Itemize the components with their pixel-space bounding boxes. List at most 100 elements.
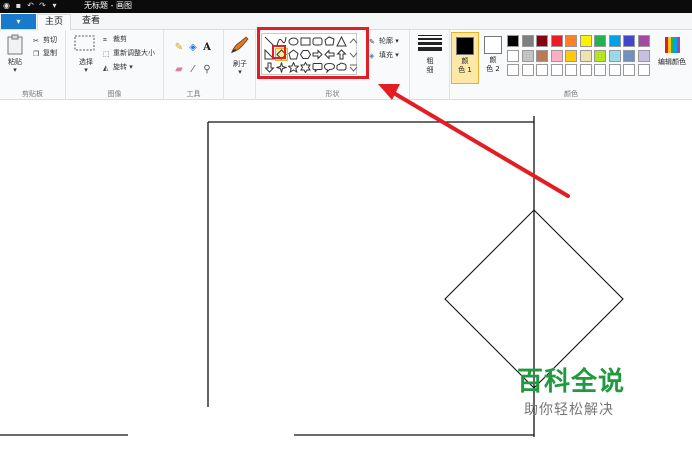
rotate-label: 旋转 bbox=[113, 63, 127, 71]
shapes-group-label: 形状 bbox=[325, 90, 340, 98]
palette-color-swatch[interactable] bbox=[536, 49, 548, 62]
cut-label: 剪切 bbox=[43, 36, 57, 44]
chevron-down-icon: ▾ bbox=[84, 66, 88, 74]
tab-home[interactable]: 主页 bbox=[37, 14, 71, 30]
tools-group: ✎ ◈ A ▰ ⁄ ⚲ 工具 bbox=[164, 30, 224, 100]
select-rectangle-icon bbox=[74, 35, 95, 51]
clipboard-group: 粘贴 ▾ ✂ 剪切 ❐ 复制 剪贴板 bbox=[0, 30, 66, 100]
palette-color-swatch[interactable] bbox=[579, 35, 592, 47]
palette-color-swatch[interactable] bbox=[565, 64, 577, 76]
ribbon: 粘贴 ▾ ✂ 剪切 ❐ 复制 剪贴板 选择 ▾ ⌗ 裁剪 ⬚ 重新调整大小 ◭ … bbox=[0, 27, 692, 100]
undo-icon[interactable]: ↶ bbox=[26, 1, 35, 10]
palette-color-swatch[interactable] bbox=[594, 49, 606, 62]
tab-view[interactable]: 查看 bbox=[76, 14, 106, 30]
clipboard-icon bbox=[7, 34, 23, 55]
clipboard-group-label: 剪贴板 bbox=[22, 90, 43, 98]
chevron-down-icon: ▾ bbox=[127, 63, 133, 71]
crop-button[interactable]: ⌗ 裁剪 bbox=[103, 34, 127, 44]
palette-color-swatch[interactable] bbox=[579, 49, 592, 62]
color-palette bbox=[507, 35, 654, 79]
line-width-icon bbox=[418, 33, 442, 51]
select-button[interactable]: 选择 ▾ bbox=[74, 34, 98, 78]
palette-color-swatch[interactable] bbox=[521, 64, 534, 76]
pencil-icon[interactable]: ✎ bbox=[173, 42, 185, 54]
redo-icon[interactable]: ↷ bbox=[38, 1, 47, 10]
quick-access-toolbar: ◉ ▪ ↶ ↷ ▾ bbox=[2, 1, 59, 10]
palette-color-swatch[interactable] bbox=[623, 35, 635, 47]
scissors-icon: ✂ bbox=[33, 37, 39, 45]
cut-button[interactable]: ✂ 剪切 bbox=[33, 35, 57, 45]
paste-button[interactable]: 粘贴 ▾ bbox=[6, 34, 26, 78]
chevron-down-icon: ▾ bbox=[238, 68, 242, 76]
palette-color-swatch[interactable] bbox=[608, 49, 621, 62]
palette-color-swatch[interactable] bbox=[536, 35, 548, 47]
size-label-2: 细 bbox=[426, 66, 434, 74]
image-group-label: 图像 bbox=[107, 90, 122, 98]
watermark-title: 百科全说 bbox=[517, 367, 626, 397]
crop-label: 裁剪 bbox=[113, 35, 127, 43]
palette-color-swatch[interactable] bbox=[608, 35, 621, 47]
text-tool-icon[interactable]: A bbox=[201, 42, 213, 54]
size-label-1: 粗 bbox=[426, 57, 434, 65]
palette-color-swatch[interactable] bbox=[550, 49, 563, 62]
paint-app-icon[interactable]: ◉ bbox=[2, 1, 11, 10]
palette-color-swatch[interactable] bbox=[623, 49, 635, 62]
palette-color-swatch[interactable] bbox=[550, 64, 563, 76]
palette-color-swatch[interactable] bbox=[565, 49, 577, 62]
color-wheel-icon bbox=[665, 37, 680, 53]
size-button[interactable]: 粗 细 bbox=[418, 33, 442, 83]
crop-icon: ⌗ bbox=[103, 36, 107, 44]
palette-color-swatch[interactable] bbox=[565, 35, 577, 47]
edit-colors-label: 编辑颜色 bbox=[658, 58, 686, 66]
fill-icon: ◈ bbox=[369, 52, 375, 60]
palette-color-swatch[interactable] bbox=[550, 35, 563, 47]
brushes-button[interactable]: 刷子 ▾ bbox=[228, 34, 252, 78]
edit-colors-button[interactable]: 编辑颜色 bbox=[655, 33, 691, 85]
color-1-button[interactable]: 颜 色 1 bbox=[451, 32, 479, 84]
resize-button[interactable]: ⬚ 重新调整大小 bbox=[103, 48, 155, 58]
palette-color-swatch[interactable] bbox=[536, 64, 548, 76]
file-menu-button[interactable]: ▾ bbox=[1, 14, 36, 29]
palette-color-swatch[interactable] bbox=[623, 64, 635, 76]
palette-color-swatch[interactable] bbox=[507, 64, 519, 76]
magnifier-icon[interactable]: ⚲ bbox=[201, 64, 213, 76]
brush-icon bbox=[231, 36, 249, 53]
palette-color-swatch[interactable] bbox=[637, 64, 650, 76]
fill-button[interactable]: ◈ 填充 ▾ bbox=[369, 50, 399, 60]
copy-icon: ❐ bbox=[33, 50, 40, 58]
palette-color-swatch[interactable] bbox=[507, 49, 519, 62]
dropdown-icon[interactable]: ▾ bbox=[50, 1, 59, 10]
copy-label: 复制 bbox=[43, 49, 57, 57]
tools-group-label: 工具 bbox=[186, 90, 201, 98]
copy-button[interactable]: ❐ 复制 bbox=[33, 48, 57, 58]
palette-color-swatch[interactable] bbox=[521, 49, 534, 62]
palette-color-swatch[interactable] bbox=[594, 35, 606, 47]
watermark: 百科全说 助你轻松解决 bbox=[505, 361, 655, 431]
rotate-icon: ◭ bbox=[103, 64, 109, 72]
palette-color-swatch[interactable] bbox=[579, 64, 592, 76]
palette-color-swatch[interactable] bbox=[507, 35, 519, 47]
palette-color-swatch[interactable] bbox=[594, 64, 606, 76]
color-1-label-2: 色 1 bbox=[458, 66, 472, 74]
color-picker-icon[interactable]: ⁄ bbox=[187, 64, 199, 76]
color-2-button[interactable]: 颜 色 2 bbox=[479, 32, 507, 84]
rotate-button[interactable]: ◭ 旋转 ▾ bbox=[103, 62, 133, 72]
save-icon[interactable]: ▪ bbox=[14, 1, 23, 10]
palette-color-swatch[interactable] bbox=[637, 49, 650, 62]
fill-bucket-icon[interactable]: ◈ bbox=[187, 42, 199, 54]
paint-window: ◉ ▪ ↶ ↷ ▾ 无标题 - 画图 ▾ 主页 查看 粘贴 ▾ ✂ 剪切 ❐ 复… bbox=[0, 0, 692, 455]
palette-color-swatch[interactable] bbox=[608, 64, 621, 76]
diamond-highlight-box bbox=[272, 45, 286, 59]
image-group: 选择 ▾ ⌗ 裁剪 ⬚ 重新调整大小 ◭ 旋转 ▾ 图像 bbox=[66, 30, 164, 100]
brushes-group: 刷子 ▾ bbox=[224, 30, 256, 100]
resize-icon: ⬚ bbox=[103, 50, 110, 58]
color-2-label-2: 色 2 bbox=[486, 65, 500, 73]
chevron-down-icon: ▾ bbox=[393, 51, 399, 59]
outline-button[interactable]: ✎ 轮廓 ▾ bbox=[369, 36, 399, 46]
outline-icon: ✎ bbox=[369, 38, 375, 46]
palette-color-swatch[interactable] bbox=[637, 35, 650, 47]
chevron-down-icon: ▾ bbox=[13, 66, 17, 74]
drawing-canvas[interactable]: 百科全说 助你轻松解决 bbox=[0, 101, 692, 455]
palette-color-swatch[interactable] bbox=[521, 35, 534, 47]
eraser-icon[interactable]: ▰ bbox=[173, 64, 185, 76]
